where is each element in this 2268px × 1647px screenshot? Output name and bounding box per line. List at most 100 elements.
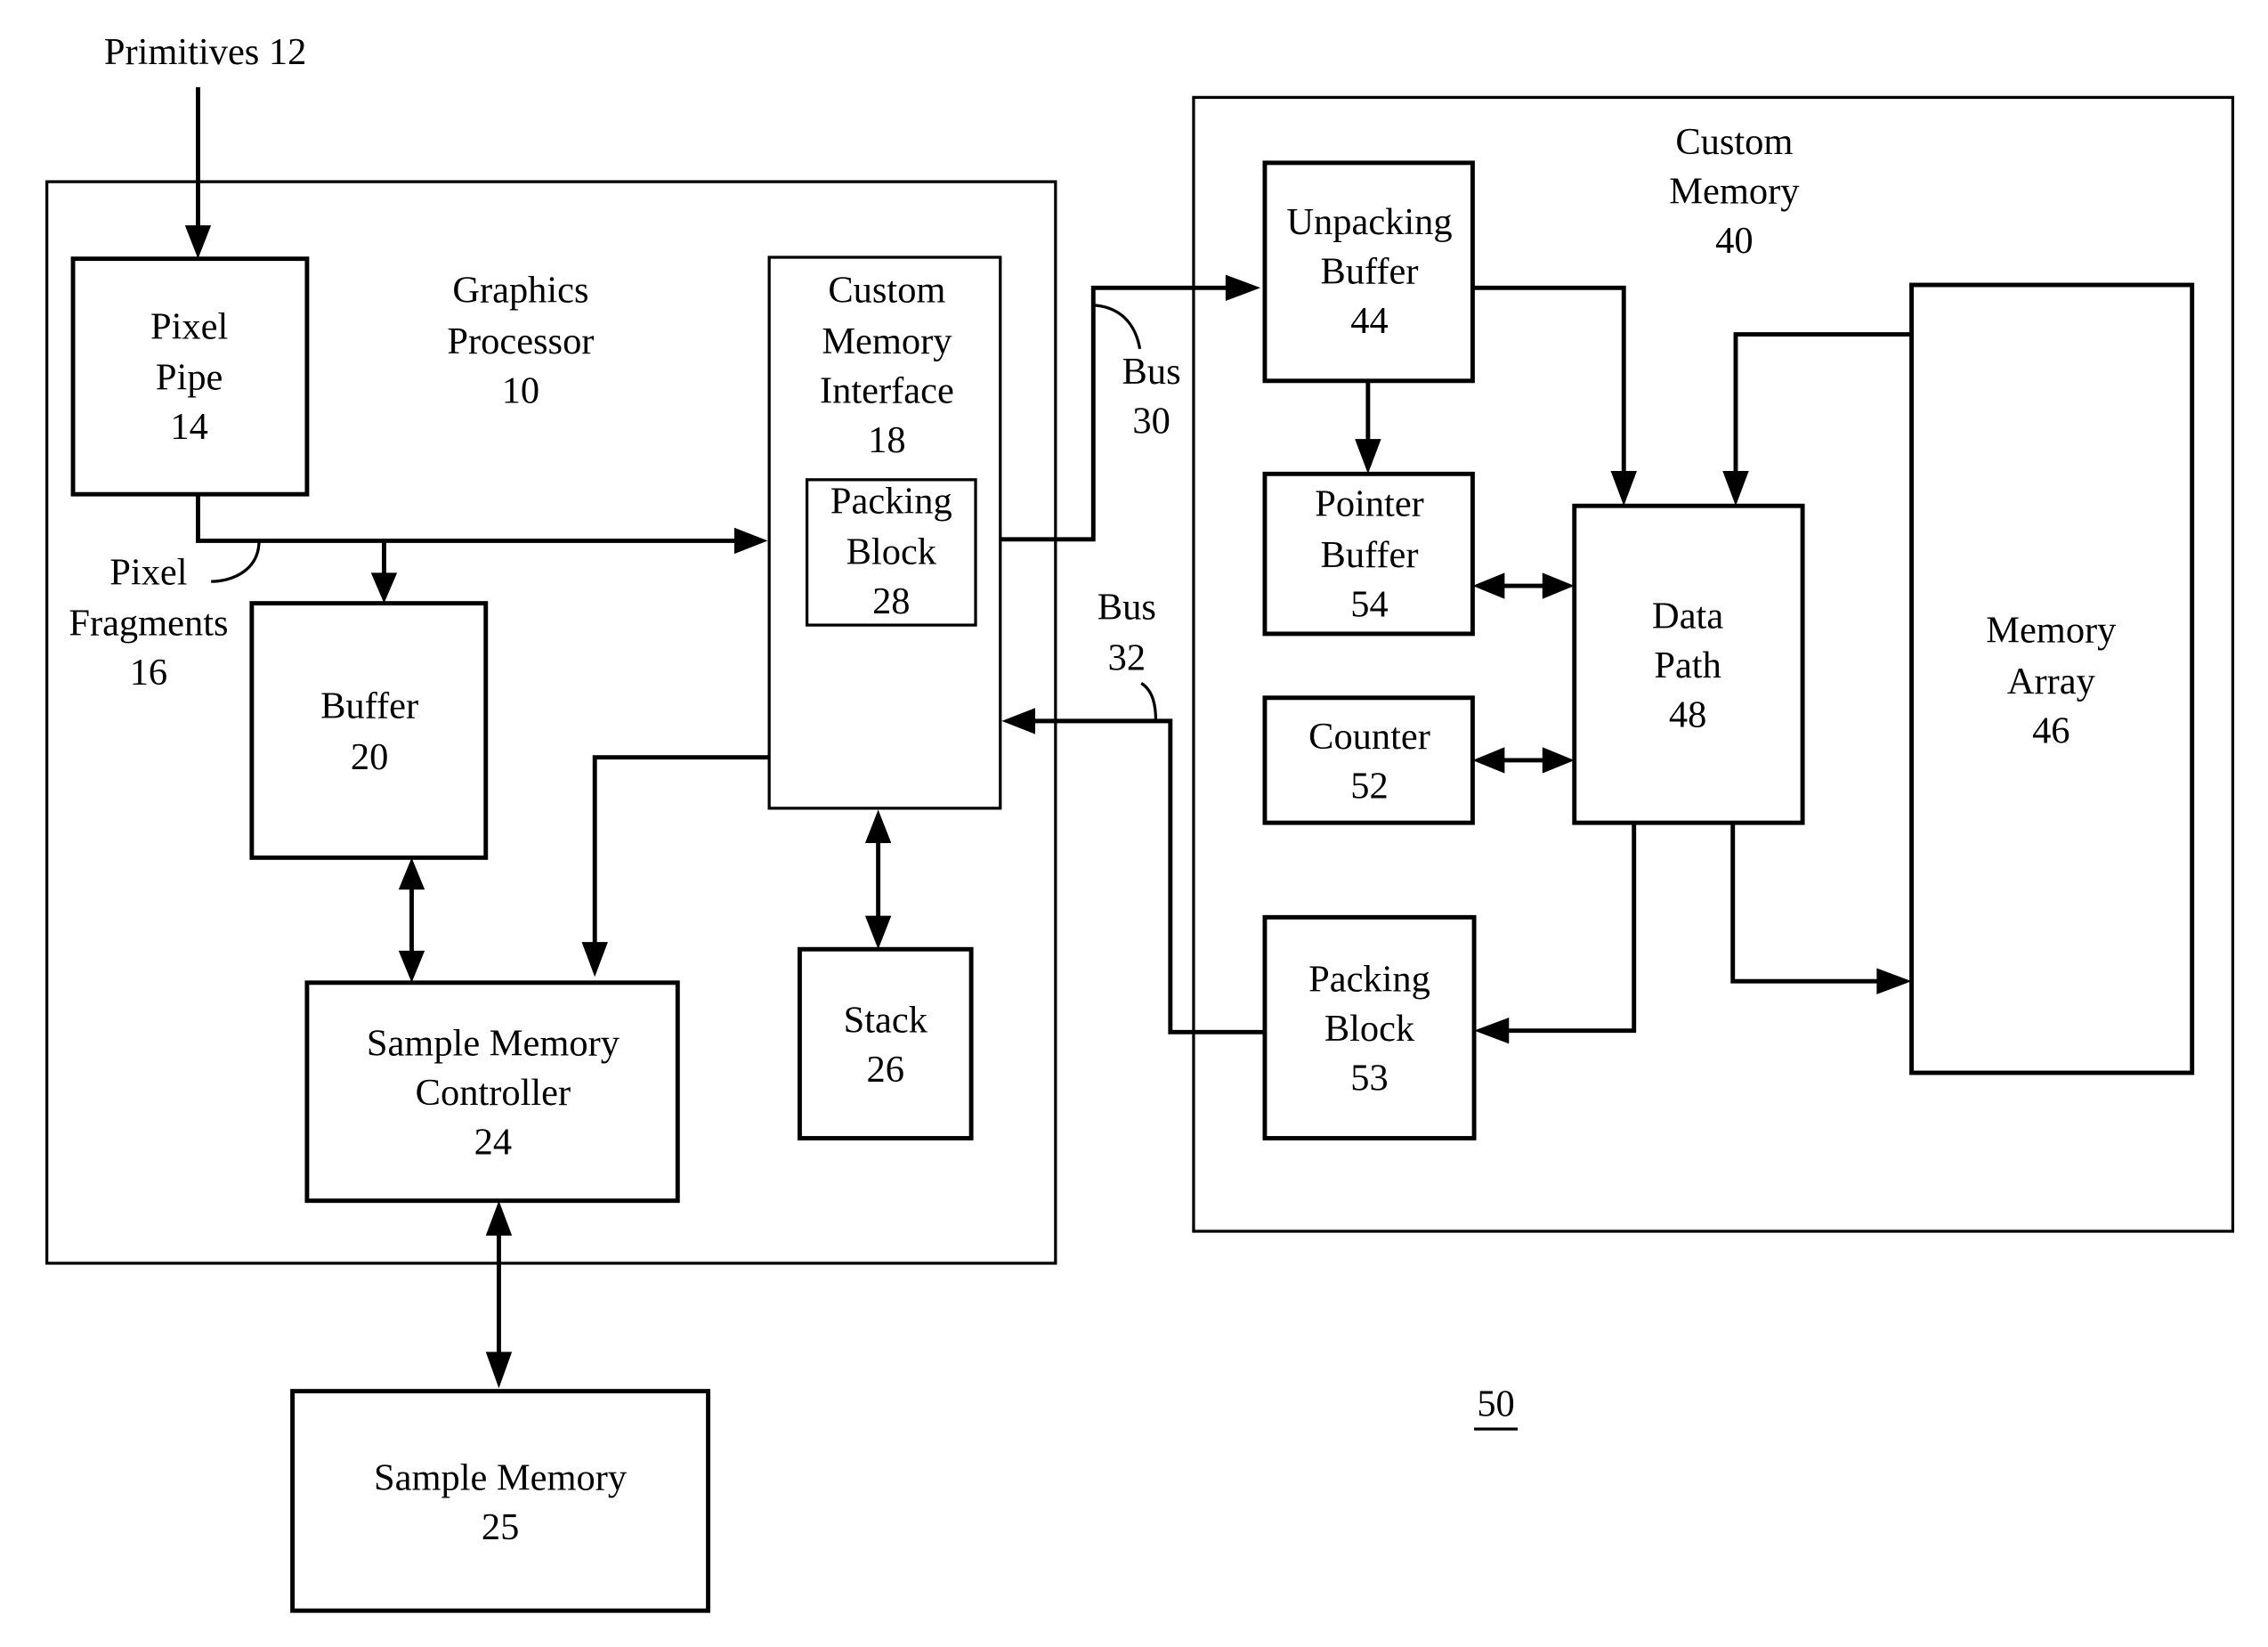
buffer-block (249, 601, 489, 860)
svg-text:Custom: Custom (828, 270, 945, 312)
svg-text:18: 18 (868, 419, 905, 461)
figure-numeral: 50 (1477, 1383, 1514, 1424)
svg-text:Custom: Custom (1675, 121, 1793, 163)
smc-sm-arrowhead-up (485, 1200, 513, 1236)
cmi-stack-arrowhead-down (864, 915, 892, 950)
unpack-datapath-line (1472, 285, 1626, 477)
datapath-packing-arrowhead (1474, 1017, 1510, 1044)
svg-text:Unpacking: Unpacking (1286, 201, 1452, 243)
svg-text:Memory: Memory (1669, 171, 1800, 213)
primitives-label: Primitives 12 (104, 31, 307, 73)
svg-text:54: 54 (1350, 583, 1388, 625)
svg-text:Pipe: Pipe (156, 357, 223, 399)
svg-text:Processor: Processor (447, 320, 594, 362)
svg-text:53: 53 (1350, 1058, 1388, 1099)
svg-text:52: 52 (1350, 765, 1388, 807)
datapath-memarray-arrowhead (1876, 968, 1912, 994)
bus-30-label: Bus 30 (1122, 351, 1181, 442)
block-diagram: Primitives 12 Graphics Processor 10 Pixe… (45, 31, 2235, 1613)
buffer-label: Buffer 20 (320, 686, 418, 778)
data-path-label: Data Path 48 (1652, 595, 1723, 735)
svg-text:Array: Array (2007, 661, 2096, 702)
pixel-fragments-line (196, 494, 742, 543)
svg-text:Sample Memory: Sample Memory (374, 1457, 628, 1499)
stack-block (797, 946, 974, 1140)
pixel-fragments-label: Pixel Fragments 16 (69, 551, 228, 694)
svg-text:20: 20 (351, 736, 388, 778)
svg-text:32: 32 (1108, 637, 1146, 679)
memory-array-label: Memory Array 46 (1986, 610, 2117, 752)
svg-text:Controller: Controller (416, 1072, 571, 1114)
cmi-smc-line (592, 755, 770, 948)
datapath-memarray-line (1730, 823, 1882, 984)
unpacking-buffer-label: Unpacking Buffer 44 (1286, 201, 1452, 342)
svg-text:Stack: Stack (844, 999, 928, 1041)
bus-30-arrowhead (1225, 274, 1261, 301)
svg-text:26: 26 (867, 1049, 904, 1091)
svg-text:10: 10 (502, 369, 539, 411)
stack-label: Stack 26 (844, 999, 928, 1091)
svg-text:Block: Block (846, 531, 937, 573)
memarray-datapath-line (1733, 332, 1912, 477)
svg-text:Interface: Interface (820, 369, 954, 411)
bus-32-arrowhead (1001, 708, 1035, 734)
svg-text:40: 40 (1715, 220, 1753, 262)
unpack-datapath-arrowhead (1610, 471, 1637, 507)
svg-text:Packing: Packing (830, 480, 952, 522)
svg-text:24: 24 (474, 1121, 512, 1163)
bus-32-label: Bus 32 (1098, 587, 1156, 679)
svg-text:Buffer: Buffer (320, 686, 418, 727)
buffer-smc-arrowhead-up (398, 857, 425, 890)
svg-text:48: 48 (1669, 694, 1706, 735)
bus-30-leader (1094, 304, 1142, 350)
svg-text:Bus: Bus (1098, 587, 1156, 629)
svg-text:Pointer: Pointer (1315, 483, 1424, 525)
sample-memory-block (290, 1389, 711, 1613)
svg-text:Memory: Memory (822, 320, 952, 362)
sample-memory-label: Sample Memory 25 (374, 1457, 628, 1549)
svg-text:Pixel: Pixel (109, 551, 187, 593)
datapath-packing-line (1504, 823, 1637, 1034)
smc-sm-arrowhead-down (485, 1351, 513, 1389)
buffer-arrowhead (370, 572, 398, 604)
pointer-datapath-arrowhead-left (1472, 572, 1505, 599)
svg-text:Fragments: Fragments (69, 603, 228, 645)
packing-block-28-label: Packing Block 28 (830, 480, 952, 622)
counter-label: Counter 52 (1308, 716, 1430, 807)
cmi-arrowhead (733, 527, 768, 555)
svg-text:Pixel: Pixel (150, 305, 228, 347)
pixel-fragments-leader (211, 540, 261, 583)
svg-text:Memory: Memory (1986, 610, 2117, 652)
buffer-smc-arrowhead-down (398, 950, 425, 983)
custom-memory-title: Custom Memory 40 (1669, 121, 1800, 262)
custom-memory-interface-label: Custom Memory Interface 18 (820, 270, 954, 461)
cmi-stack-arrowhead-up (864, 809, 892, 844)
pointer-datapath-arrowhead-right (1542, 572, 1575, 599)
cmi-smc-arrowhead (581, 942, 608, 978)
svg-text:Block: Block (1324, 1008, 1415, 1050)
sample-memory-controller-label: Sample Memory Controller 24 (367, 1022, 620, 1163)
svg-text:25: 25 (482, 1506, 519, 1548)
svg-text:Graphics: Graphics (452, 270, 588, 312)
svg-text:Bus: Bus (1122, 351, 1181, 393)
svg-text:28: 28 (872, 580, 910, 622)
packing-block-53-label: Packing Block 53 (1308, 959, 1430, 1099)
counter-datapath-arrowhead-left (1472, 747, 1505, 774)
bus-30-line (1000, 285, 1234, 542)
pixel-pipe-label: Pixel Pipe 14 (150, 305, 228, 448)
svg-text:14: 14 (170, 406, 207, 448)
pointer-buffer-label: Pointer Buffer 54 (1315, 483, 1424, 626)
svg-text:Path: Path (1654, 645, 1721, 686)
svg-text:Counter: Counter (1308, 716, 1430, 758)
bus-32-line (1029, 718, 1265, 1034)
svg-text:16: 16 (130, 652, 167, 694)
unpack-pointer-arrowhead (1355, 439, 1381, 475)
graphics-processor-title: Graphics Processor 10 (447, 270, 594, 412)
svg-text:Sample Memory: Sample Memory (367, 1022, 620, 1064)
svg-text:Data: Data (1652, 595, 1723, 637)
bus-32-leader (1140, 682, 1158, 721)
svg-text:Buffer: Buffer (1321, 250, 1419, 292)
counter-datapath-arrowhead-right (1542, 747, 1575, 774)
svg-text:Packing: Packing (1308, 959, 1430, 1001)
primitives-arrowhead (184, 225, 212, 259)
